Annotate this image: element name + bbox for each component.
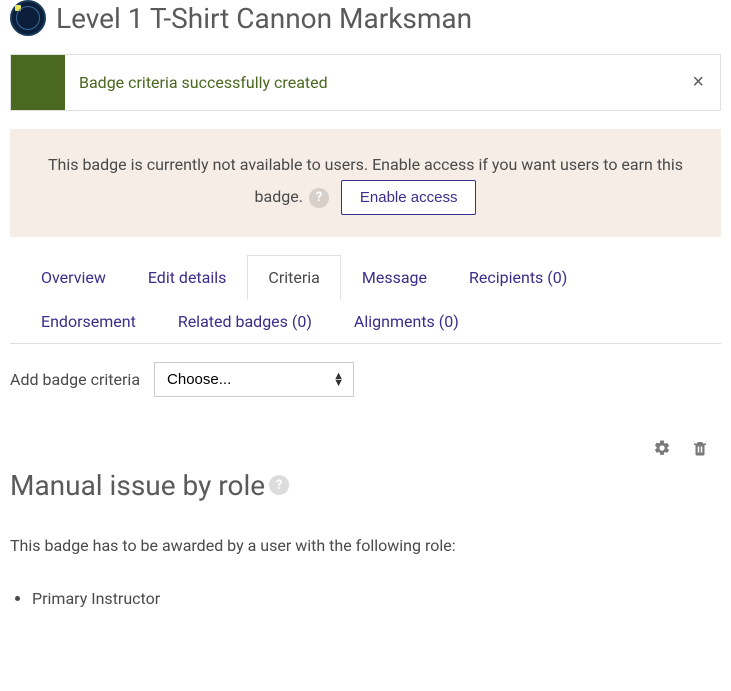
close-alert-button[interactable]: × (676, 71, 720, 94)
close-icon: × (692, 71, 704, 93)
tab-bar: Overview Edit details Criteria Message R… (10, 255, 721, 344)
tab-endorsement[interactable]: Endorsement (20, 299, 157, 344)
trash-icon (691, 439, 709, 457)
page-title: Level 1 T-Shirt Cannon Marksman (56, 2, 472, 35)
badge-thumbnail-icon (10, 0, 46, 36)
list-item: Primary Instructor (32, 589, 721, 608)
section-title-row: Manual issue by role ? (10, 469, 721, 502)
gear-icon (653, 439, 671, 457)
section-description: This badge has to be awarded by a user w… (10, 536, 721, 555)
help-icon[interactable]: ? (309, 188, 329, 208)
info-box: This badge is currently not available to… (10, 129, 721, 237)
success-alert: Badge criteria successfully created × (10, 54, 721, 111)
alert-accent-bar (11, 55, 65, 110)
tab-criteria[interactable]: Criteria (247, 255, 340, 300)
tab-message[interactable]: Message (341, 255, 448, 300)
help-icon[interactable]: ? (269, 475, 289, 495)
tab-edit-details[interactable]: Edit details (127, 255, 248, 300)
section-title: Manual issue by role (10, 469, 265, 502)
tab-alignments[interactable]: Alignments (0) (333, 299, 480, 344)
role-list: Primary Instructor (10, 589, 721, 608)
alert-message: Badge criteria successfully created (65, 55, 676, 110)
delete-button[interactable] (689, 437, 711, 459)
enable-access-button[interactable]: Enable access (341, 180, 477, 215)
settings-button[interactable] (651, 437, 673, 459)
tab-related-badges[interactable]: Related badges (0) (157, 299, 333, 344)
tab-recipients[interactable]: Recipients (0) (448, 255, 588, 300)
tab-overview[interactable]: Overview (20, 255, 127, 300)
add-criteria-label: Add badge criteria (10, 370, 140, 389)
add-criteria-select[interactable]: Choose... (154, 362, 354, 397)
